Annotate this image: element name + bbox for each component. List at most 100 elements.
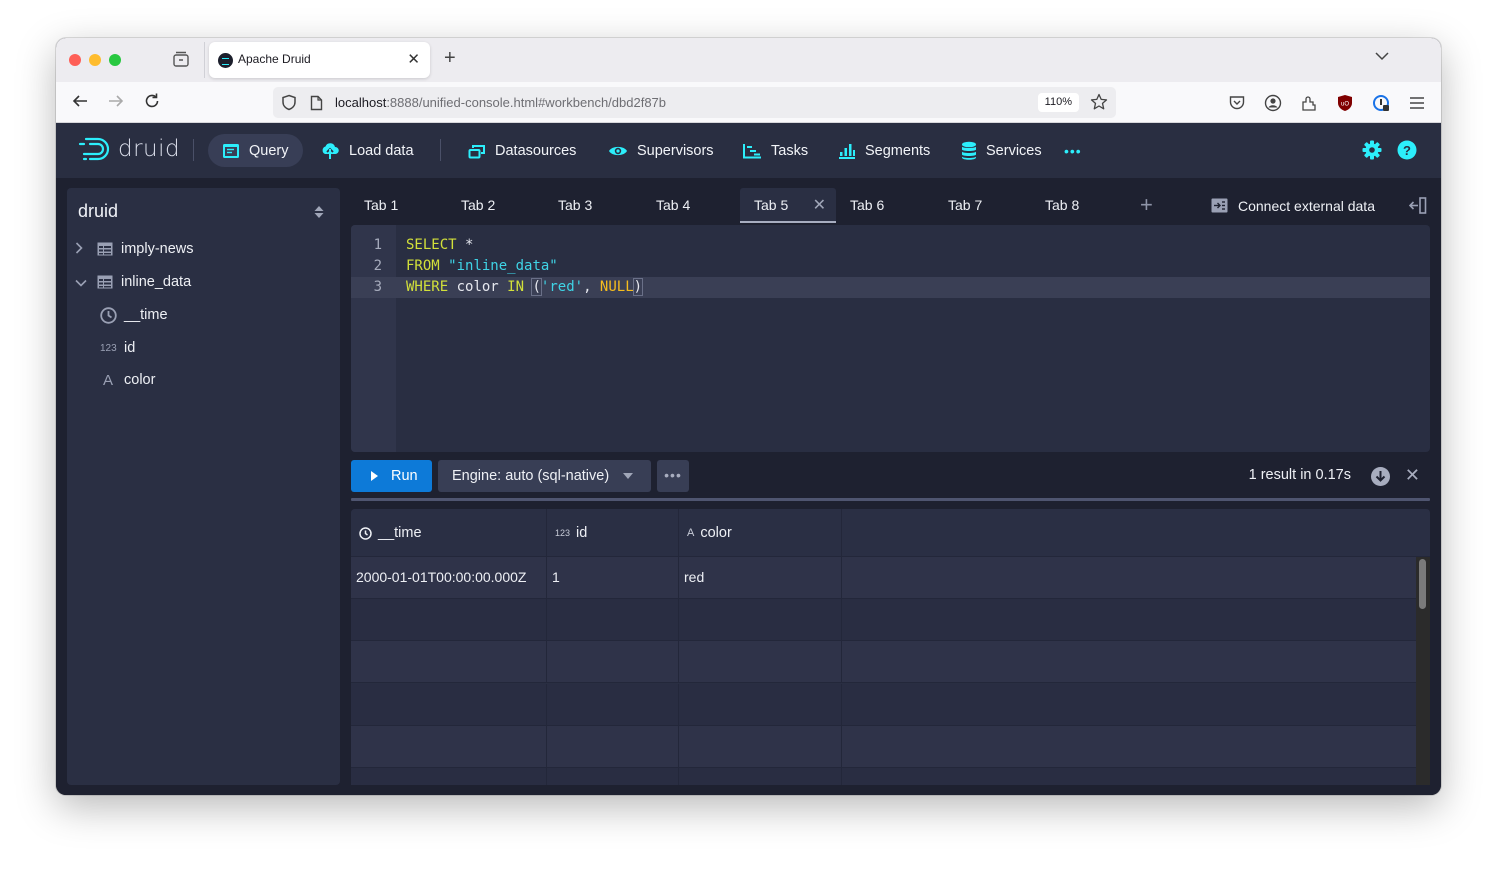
- tab-1[interactable]: Tab 1: [350, 188, 447, 223]
- password-manager-icon[interactable]: [1372, 94, 1390, 112]
- tree-item-imply-news[interactable]: imply-news: [67, 234, 194, 264]
- tab-6[interactable]: Tab 6: [836, 188, 933, 223]
- reload-icon[interactable]: [142, 92, 162, 112]
- close-tab-icon[interactable]: ✕: [813, 188, 826, 223]
- connect-external-data-label: Connect external data: [1238, 197, 1375, 214]
- back-arrow-icon[interactable]: [70, 92, 90, 112]
- column-header-color[interactable]: A color: [679, 509, 842, 557]
- sidebar-title[interactable]: druid: [78, 201, 118, 222]
- sql-keyword: FROM: [406, 258, 440, 274]
- run-button[interactable]: Run: [351, 460, 432, 492]
- page-icon: [310, 95, 323, 116]
- browser-tab-apache-druid[interactable]: Apache Druid ✕: [209, 42, 430, 78]
- more-options-button[interactable]: •••: [657, 460, 689, 492]
- empty-cell: [679, 768, 842, 785]
- tab-overview-icon[interactable]: [172, 51, 192, 69]
- table-row-empty: [351, 684, 1417, 726]
- add-tab-button[interactable]: +: [1140, 192, 1153, 218]
- nav-segments[interactable]: Segments: [824, 134, 944, 167]
- vertical-scrollbar[interactable]: [1416, 557, 1430, 785]
- url-bar[interactable]: localhost:8888/unified-console.html#work…: [273, 87, 1116, 118]
- nav-query-label: Query: [249, 142, 289, 159]
- close-results-icon[interactable]: ✕: [1405, 465, 1420, 486]
- empty-cell: [351, 599, 547, 640]
- shield-icon[interactable]: [281, 94, 297, 116]
- tab-5[interactable]: Tab 5 ✕: [740, 188, 836, 223]
- connect-external-data-button[interactable]: Connect external data: [1211, 188, 1375, 223]
- sql-null: NULL: [599, 279, 634, 295]
- nav-supervisors[interactable]: Supervisors: [594, 134, 728, 167]
- resize-divider[interactable]: [351, 498, 1430, 501]
- sort-caret-icon[interactable]: [314, 205, 324, 224]
- column-header-id[interactable]: 123 id: [547, 509, 679, 557]
- hamburger-menu-icon[interactable]: [1408, 94, 1426, 112]
- play-icon: [371, 471, 378, 481]
- tree-item-inline-data[interactable]: inline_data: [67, 267, 191, 297]
- tab-7[interactable]: Tab 7: [934, 188, 1031, 223]
- table-header: __time 123 id A color: [351, 509, 1430, 557]
- sql-identifier: "inline_data": [448, 258, 558, 274]
- minimize-window-button[interactable]: [89, 54, 101, 66]
- engine-select[interactable]: Engine: auto (sql-native): [438, 460, 651, 492]
- clock-icon: [100, 306, 124, 324]
- chevron-down-icon[interactable]: [1375, 49, 1389, 63]
- nav-load-data[interactable]: Load data: [306, 134, 428, 167]
- table-row[interactable]: 2000-01-01T00:00:00.000Z 1 red: [351, 557, 1417, 599]
- datasources-icon: [468, 144, 485, 158]
- nav-query[interactable]: Query: [208, 134, 303, 167]
- database-icon: [962, 141, 976, 160]
- tree-column-color[interactable]: A color: [100, 365, 155, 395]
- tab-8[interactable]: Tab 8: [1031, 188, 1128, 223]
- code-line-2[interactable]: 2 FROM "inline_data": [351, 256, 1430, 277]
- code-line-1[interactable]: 1 SELECT *: [351, 235, 1430, 256]
- account-icon[interactable]: [1264, 94, 1282, 112]
- new-tab-button[interactable]: +: [444, 47, 456, 70]
- druid-logo[interactable]: druid: [78, 135, 180, 163]
- help-icon[interactable]: ?: [1397, 140, 1417, 160]
- code-line-3[interactable]: 3 WHERE color IN ('red', NULL): [351, 277, 1430, 298]
- chevron-down-icon[interactable]: [75, 275, 97, 290]
- sql-keyword: WHERE: [406, 279, 449, 295]
- column-header-label: id: [576, 525, 588, 541]
- empty-cell: [351, 768, 547, 785]
- nav-datasources[interactable]: Datasources: [454, 134, 590, 167]
- sql-editor[interactable]: 1 SELECT * 2 FROM "inline_data" 3 WHERE …: [351, 225, 1430, 452]
- chevron-right-icon[interactable]: [75, 241, 97, 257]
- nav-segments-label: Segments: [865, 142, 931, 159]
- tree-column-time[interactable]: __time: [100, 300, 168, 330]
- result-info: 1 result in 0.17s: [1248, 467, 1351, 483]
- maximize-window-button[interactable]: [109, 54, 121, 66]
- browser-navbar: localhost:8888/unified-console.html#work…: [56, 82, 1441, 123]
- tab-3[interactable]: Tab 3: [544, 188, 641, 223]
- import-icon: [1211, 198, 1228, 213]
- cell-id[interactable]: 1: [547, 557, 679, 598]
- pocket-icon[interactable]: [1228, 94, 1246, 112]
- run-bar: Run Engine: auto (sql-native) ••• 1 resu…: [351, 460, 1430, 492]
- scrollbar-thumb[interactable]: [1419, 559, 1426, 609]
- bookmark-star-icon[interactable]: [1090, 93, 1108, 116]
- collapse-panel-icon[interactable]: [1408, 197, 1427, 219]
- tab-2[interactable]: Tab 2: [447, 188, 544, 223]
- svg-text:?: ?: [1403, 143, 1411, 158]
- nav-tasks[interactable]: Tasks: [728, 134, 822, 167]
- nav-services[interactable]: Services: [947, 134, 1056, 167]
- cell-time[interactable]: 2000-01-01T00:00:00.000Z: [351, 557, 547, 598]
- table-row-empty: [351, 599, 1417, 641]
- close-window-button[interactable]: [69, 54, 81, 66]
- zoom-level-badge[interactable]: 110%: [1037, 93, 1079, 112]
- close-tab-icon[interactable]: ✕: [407, 50, 420, 68]
- tree-column-id[interactable]: 123 id: [100, 333, 135, 363]
- forward-arrow-icon[interactable]: [106, 92, 126, 112]
- cell-color[interactable]: red: [679, 557, 842, 598]
- nav-more-button[interactable]: •••: [1050, 134, 1096, 167]
- extensions-puzzle-icon[interactable]: [1300, 94, 1318, 112]
- settings-gear-icon[interactable]: [1362, 140, 1382, 160]
- column-header-time[interactable]: __time: [351, 509, 547, 557]
- ublock-icon[interactable]: uO: [1336, 94, 1354, 112]
- empty-cell: [679, 726, 842, 767]
- download-icon[interactable]: [1371, 467, 1390, 491]
- url-text[interactable]: localhost:8888/unified-console.html#work…: [335, 95, 666, 110]
- tab-4[interactable]: Tab 4: [642, 188, 739, 223]
- clock-icon: [359, 526, 372, 540]
- string-type-icon: A: [687, 527, 695, 539]
